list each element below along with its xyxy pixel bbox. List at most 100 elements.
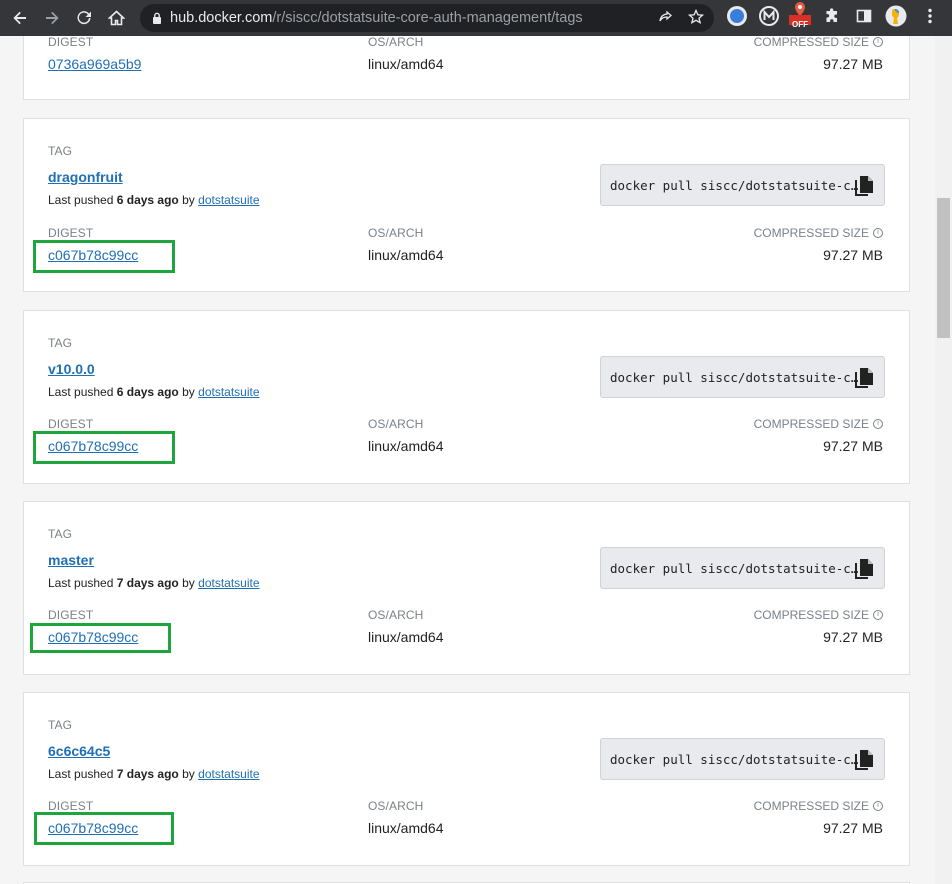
digest-highlight-box <box>33 431 175 464</box>
pull-command: docker pull siscc/dotstatsuite-c… <box>610 560 859 576</box>
by-label: by <box>182 767 195 781</box>
last-pushed-label: Last pushed <box>48 193 114 207</box>
by-label: by <box>182 576 195 590</box>
scrollbar-thumb[interactable] <box>937 198 950 338</box>
digest-highlight-box <box>33 240 175 273</box>
back-icon[interactable] <box>4 0 36 36</box>
os-arch-label: OS/ARCH <box>368 417 424 431</box>
digest-label: DIGEST <box>48 799 94 813</box>
pull-command-box[interactable]: docker pull siscc/dotstatsuite-c… <box>600 356 885 398</box>
tag-name-link[interactable]: 6c6c64c5 <box>48 743 110 759</box>
size-value: 97.27 MB <box>823 820 883 836</box>
compressed-size-label: COMPRESSED SIZE i <box>754 799 883 813</box>
forward-icon[interactable] <box>36 0 68 36</box>
extension-compass-icon[interactable] <box>726 5 748 27</box>
os-arch-value: linux/amd64 <box>368 820 444 836</box>
url-host: hub.docker.com <box>170 10 273 26</box>
digest-highlight-box <box>30 623 171 653</box>
last-pushed-text: Last pushed 6 days ago by dotstatsuite <box>48 385 260 399</box>
compressed-size-label: COMPRESSED SIZE i <box>754 36 883 49</box>
compressed-size-label-text: COMPRESSED SIZE <box>753 226 869 240</box>
compressed-size-label: COMPRESSED SIZE i <box>754 226 883 240</box>
extensions-puzzle-icon[interactable] <box>821 5 843 27</box>
size-value: 97.27 MB <box>823 56 883 72</box>
compressed-size-label-text: COMPRESSED SIZE <box>753 417 869 431</box>
last-pushed-label: Last pushed <box>48 767 114 781</box>
os-arch-label: OS/ARCH <box>368 36 424 49</box>
os-arch-value: linux/amd64 <box>368 247 444 263</box>
reload-icon[interactable] <box>68 0 100 36</box>
tag-label: TAG <box>48 144 73 158</box>
tags-page: DIGEST OS/ARCH COMPRESSED SIZE i 0736a969… <box>0 36 935 884</box>
size-value: 97.27 MB <box>823 247 883 263</box>
browser-menu-icon[interactable] <box>919 5 941 27</box>
pull-command-box[interactable]: docker pull siscc/dotstatsuite-c… <box>600 547 885 589</box>
os-arch-value: linux/amd64 <box>368 438 444 454</box>
size-value: 97.27 MB <box>823 438 883 454</box>
digest-link[interactable]: 0736a969a5b9 <box>48 56 141 72</box>
pushed-ago: 6 days ago <box>116 193 179 207</box>
pushed-ago: 6 days ago <box>116 385 179 399</box>
os-arch-label: OS/ARCH <box>368 799 424 813</box>
extension-m-icon[interactable] <box>758 5 780 27</box>
digest-highlight-box <box>34 812 174 845</box>
extension-off-badge: OFF <box>792 20 808 29</box>
pull-command: docker pull siscc/dotstatsuite-c… <box>610 751 859 767</box>
compressed-size-label-text: COMPRESSED SIZE <box>753 36 869 49</box>
info-icon[interactable]: i <box>873 801 883 811</box>
tag-label: TAG <box>48 336 73 350</box>
page-scrollbar[interactable] <box>935 36 952 884</box>
home-icon[interactable] <box>100 0 132 36</box>
side-panel-icon[interactable] <box>853 5 875 27</box>
os-arch-value: linux/amd64 <box>368 56 444 72</box>
by-label: by <box>182 193 195 207</box>
pull-command-box[interactable]: docker pull siscc/dotstatsuite-c… <box>600 738 885 780</box>
copy-icon[interactable] <box>854 367 874 389</box>
url-text: hub.docker.com/r/siscc/dotstatsuite-core… <box>170 10 583 26</box>
bookmark-star-icon[interactable] <box>688 9 704 25</box>
info-icon[interactable]: i <box>873 37 883 47</box>
copy-icon[interactable] <box>854 175 874 197</box>
pusher-link[interactable]: dotstatsuite <box>198 576 259 590</box>
pusher-link[interactable]: dotstatsuite <box>198 193 259 207</box>
tag-name-link[interactable]: v10.0.0 <box>48 361 95 377</box>
info-icon[interactable]: i <box>873 610 883 620</box>
info-icon[interactable]: i <box>873 419 883 429</box>
pull-command: docker pull siscc/dotstatsuite-c… <box>610 177 859 193</box>
url-path: /r/siscc/dotstatsuite-core-auth-manageme… <box>272 10 583 26</box>
tag-card-partial: DIGEST OS/ARCH COMPRESSED SIZE i 0736a969… <box>23 36 910 100</box>
lock-icon <box>153 12 161 24</box>
pull-command-box[interactable]: docker pull siscc/dotstatsuite-c… <box>600 164 885 206</box>
copy-icon[interactable] <box>854 749 874 771</box>
os-arch-label: OS/ARCH <box>368 608 424 622</box>
compressed-size-label: COMPRESSED SIZE i <box>754 417 883 431</box>
share-icon[interactable] <box>658 9 674 25</box>
copy-icon[interactable] <box>854 558 874 580</box>
compressed-size-label-text: COMPRESSED SIZE <box>753 608 869 622</box>
info-icon[interactable]: i <box>873 228 883 238</box>
digest-label: DIGEST <box>48 608 94 622</box>
digest-label: DIGEST <box>48 417 94 431</box>
digest-label: DIGEST <box>48 36 94 49</box>
address-bar[interactable]: hub.docker.com/r/siscc/dotstatsuite-core… <box>140 4 714 32</box>
digest-label: DIGEST <box>48 226 94 240</box>
browser-toolbar: hub.docker.com/r/siscc/dotstatsuite-core… <box>0 0 952 36</box>
last-pushed-label: Last pushed <box>48 385 114 399</box>
by-label: by <box>182 385 195 399</box>
pusher-link[interactable]: dotstatsuite <box>198 767 259 781</box>
tag-name-link[interactable]: master <box>48 552 94 568</box>
compressed-size-label-text: COMPRESSED SIZE <box>753 799 869 813</box>
last-pushed-text: Last pushed 7 days ago by dotstatsuite <box>48 767 260 781</box>
tag-name-link[interactable]: dragonfruit <box>48 169 123 185</box>
os-arch-label: OS/ARCH <box>368 226 424 240</box>
tag-label: TAG <box>48 527 73 541</box>
last-pushed-label: Last pushed <box>48 576 114 590</box>
extension-location-icon[interactable]: OFF <box>789 2 811 29</box>
os-arch-value: linux/amd64 <box>368 629 444 645</box>
tag-label: TAG <box>48 718 73 732</box>
profile-avatar-icon[interactable] <box>885 5 907 27</box>
pushed-ago: 7 days ago <box>116 767 179 781</box>
last-pushed-text: Last pushed 6 days ago by dotstatsuite <box>48 193 260 207</box>
size-value: 97.27 MB <box>823 629 883 645</box>
pusher-link[interactable]: dotstatsuite <box>198 385 259 399</box>
